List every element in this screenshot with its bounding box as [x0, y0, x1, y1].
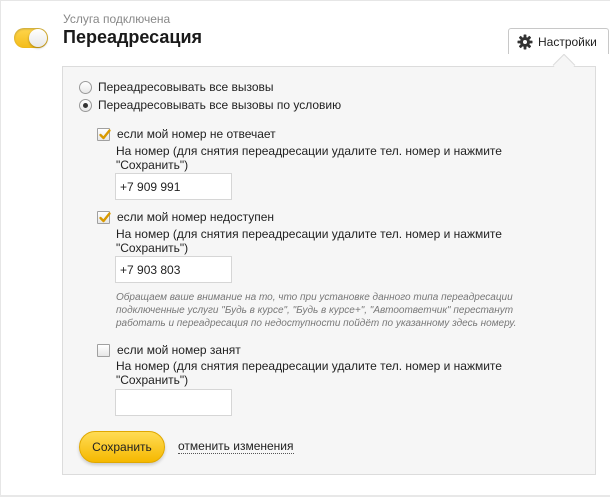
phone-field-unavailable[interactable]	[115, 256, 232, 283]
phone-field-no-answer[interactable]	[115, 173, 232, 200]
cancel-changes-link[interactable]: отменить изменения	[178, 439, 294, 454]
toggle-knob	[29, 29, 47, 47]
option-forward-conditional[interactable]: Переадресовывать все вызовы по условию	[79, 98, 341, 112]
condition-hint: На номер (для снятия переадресации удали…	[116, 359, 502, 387]
condition-label: если мой номер не отвечает	[117, 127, 276, 141]
gear-icon	[517, 34, 533, 50]
warning-note: Обращаем ваше внимание на то, что при ус…	[116, 292, 517, 329]
page-title: Переадресация	[63, 27, 203, 47]
service-status: Услуга подключена	[63, 12, 171, 26]
radio-forward-all[interactable]	[79, 80, 92, 94]
phone-field-busy[interactable]	[115, 389, 232, 416]
checkbox-busy[interactable]	[97, 343, 110, 357]
condition-hint: На номер (для снятия переадресации удали…	[116, 227, 502, 255]
service-toggle[interactable]	[14, 28, 48, 48]
condition-label: если мой номер занят	[117, 343, 241, 357]
condition-label: если мой номер недоступен	[117, 210, 275, 224]
option-forward-all[interactable]: Переадресовывать все вызовы	[79, 80, 274, 94]
settings-button[interactable]: Настройки	[508, 28, 609, 54]
save-button[interactable]: Сохранить	[79, 431, 165, 463]
settings-label: Настройки	[538, 34, 597, 49]
condition-unavailable[interactable]: если мой номер недоступен	[97, 210, 274, 224]
checkbox-no-answer[interactable]	[97, 127, 111, 141]
condition-hint: На номер (для снятия переадресации удали…	[116, 144, 502, 172]
option-label: Переадресовывать все вызовы по условию	[98, 98, 342, 112]
condition-busy[interactable]: если мой номер занят	[97, 343, 241, 357]
option-label: Переадресовывать все вызовы	[98, 80, 274, 94]
checkbox-unavailable[interactable]	[97, 210, 111, 224]
condition-no-answer[interactable]: если мой номер не отвечает	[97, 127, 276, 141]
radio-forward-conditional[interactable]	[79, 98, 92, 112]
